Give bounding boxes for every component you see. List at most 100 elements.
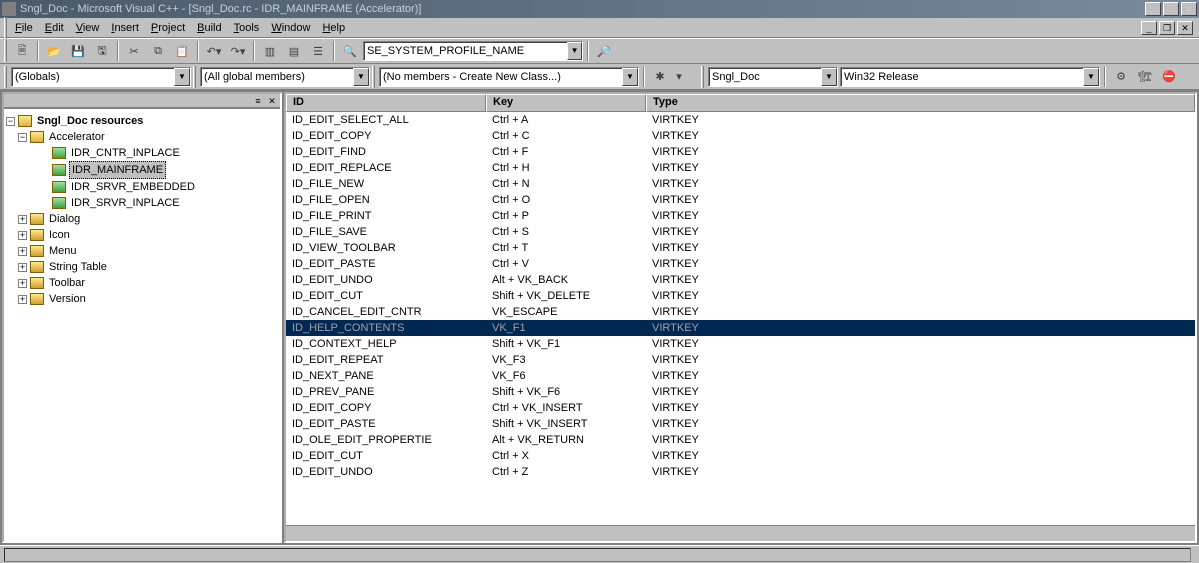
functions-combo[interactable]: (No members - Create New Class...) ▼: [379, 67, 639, 87]
tree-folder-accelerator[interactable]: − Accelerator: [18, 129, 278, 145]
dropdown-arrow-icon[interactable]: ▼: [353, 68, 369, 86]
expand-icon[interactable]: +: [18, 279, 27, 288]
expand-icon[interactable]: +: [18, 247, 27, 256]
find-in-files-button[interactable]: 🔍: [339, 40, 361, 62]
window-list-button[interactable]: ☰: [307, 40, 329, 62]
tree-item[interactable]: IDR_SRVR_EMBEDDED: [40, 179, 278, 195]
menu-edit[interactable]: Edit: [39, 20, 70, 36]
tree-root[interactable]: − Sngl_Doc resources: [6, 113, 278, 129]
paste-button[interactable]: 📋: [171, 40, 193, 62]
dropdown-arrow-icon[interactable]: ▼: [821, 68, 837, 86]
table-row[interactable]: ID_FILE_SAVECtrl + SVIRTKEY: [286, 224, 1195, 240]
expand-icon[interactable]: +: [18, 295, 27, 304]
table-row[interactable]: ID_EDIT_COPYCtrl + CVIRTKEY: [286, 128, 1195, 144]
table-row[interactable]: ID_EDIT_UNDOAlt + VK_BACKVIRTKEY: [286, 272, 1195, 288]
table-row[interactable]: ID_HELP_CONTENTSVK_F1VIRTKEY: [286, 320, 1195, 336]
dropdown-arrow-icon[interactable]: ▼: [622, 68, 638, 86]
save-all-button[interactable]: 🖫: [91, 40, 113, 62]
members-combo[interactable]: (All global members) ▼: [200, 67, 370, 87]
menu-window[interactable]: Window: [265, 20, 316, 36]
table-row[interactable]: ID_EDIT_COPYCtrl + VK_INSERTVIRTKEY: [286, 400, 1195, 416]
workspace-button[interactable]: ▥: [259, 40, 281, 62]
tree-item[interactable]: IDR_CNTR_INPLACE: [40, 145, 278, 161]
menu-project[interactable]: Project: [145, 20, 191, 36]
new-text-button[interactable]: 🗎: [11, 40, 33, 62]
pin-icon[interactable]: ≡: [252, 95, 264, 107]
wand-button[interactable]: ✱: [649, 66, 671, 88]
table-row[interactable]: ID_NEXT_PANEVK_F6VIRTKEY: [286, 368, 1195, 384]
tree-folder[interactable]: +String Table: [18, 259, 278, 275]
project-combo[interactable]: Sngl_Doc ▼: [708, 67, 838, 87]
menu-build[interactable]: Build: [191, 20, 227, 36]
table-row[interactable]: ID_EDIT_SELECT_ALLCtrl + AVIRTKEY: [286, 112, 1195, 128]
column-header-id[interactable]: ID: [286, 94, 486, 112]
dropdown-arrow-icon[interactable]: ▼: [567, 42, 582, 60]
table-row[interactable]: ID_EDIT_UNDOCtrl + ZVIRTKEY: [286, 464, 1195, 480]
table-row[interactable]: ID_PREV_PANEShift + VK_F6VIRTKEY: [286, 384, 1195, 400]
table-row[interactable]: ID_CONTEXT_HELPShift + VK_F1VIRTKEY: [286, 336, 1195, 352]
close-button[interactable]: ✕: [1181, 2, 1197, 16]
table-row[interactable]: ID_OLE_EDIT_PROPERTIEAlt + VK_RETURNVIRT…: [286, 432, 1195, 448]
table-row[interactable]: ID_EDIT_REPEATVK_F3VIRTKEY: [286, 352, 1195, 368]
minimize-button[interactable]: _: [1145, 2, 1161, 16]
table-row[interactable]: ID_EDIT_PASTECtrl + VVIRTKEY: [286, 256, 1195, 272]
mdi-restore-button[interactable]: ❐: [1159, 21, 1175, 35]
collapse-icon[interactable]: −: [6, 117, 15, 126]
table-row[interactable]: ID_EDIT_REPLACECtrl + HVIRTKEY: [286, 160, 1195, 176]
cell-id: ID_EDIT_PASTE: [286, 256, 486, 272]
dropdown-arrow-icon[interactable]: ▼: [174, 68, 190, 86]
menu-insert[interactable]: Insert: [105, 20, 145, 36]
wand-dropdown-button[interactable]: ▾: [673, 66, 685, 88]
tree-folder[interactable]: +Toolbar: [18, 275, 278, 291]
list-body[interactable]: ID_EDIT_SELECT_ALLCtrl + AVIRTKEYID_EDIT…: [286, 112, 1195, 525]
expand-icon[interactable]: +: [18, 231, 27, 240]
table-row[interactable]: ID_EDIT_CUTShift + VK_DELETEVIRTKEY: [286, 288, 1195, 304]
table-row[interactable]: ID_VIEW_TOOLBARCtrl + TVIRTKEY: [286, 240, 1195, 256]
dropdown-arrow-icon[interactable]: ▼: [1083, 68, 1099, 86]
find-input[interactable]: [367, 45, 565, 57]
expand-icon[interactable]: +: [18, 263, 27, 272]
tree-folder[interactable]: +Icon: [18, 227, 278, 243]
tree-folder[interactable]: +Dialog: [18, 211, 278, 227]
copy-button[interactable]: ⧉: [147, 40, 169, 62]
cut-button[interactable]: ✂: [123, 40, 145, 62]
save-button[interactable]: 💾: [67, 40, 89, 62]
compile-button[interactable]: ⚙: [1110, 66, 1132, 88]
table-row[interactable]: ID_FILE_OPENCtrl + OVIRTKEY: [286, 192, 1195, 208]
column-header-key[interactable]: Key: [486, 94, 646, 112]
tree-item[interactable]: IDR_SRVR_INPLACE: [40, 195, 278, 211]
expand-icon[interactable]: +: [18, 215, 27, 224]
table-row[interactable]: ID_FILE_PRINTCtrl + PVIRTKEY: [286, 208, 1195, 224]
table-row[interactable]: ID_CANCEL_EDIT_CNTRVK_ESCAPEVIRTKEY: [286, 304, 1195, 320]
stop-build-button[interactable]: ⛔: [1158, 66, 1180, 88]
menu-file[interactable]: File: [9, 20, 39, 36]
table-row[interactable]: ID_EDIT_FINDCtrl + FVIRTKEY: [286, 144, 1195, 160]
horizontal-scrollbar[interactable]: [286, 525, 1195, 541]
maximize-button[interactable]: ❐: [1163, 2, 1179, 16]
menu-view[interactable]: View: [70, 20, 106, 36]
open-button[interactable]: 📂: [43, 40, 65, 62]
menu-help[interactable]: Help: [316, 20, 351, 36]
search-button[interactable]: 🔎: [593, 40, 615, 62]
build-button[interactable]: 🏗: [1134, 66, 1156, 88]
panel-close-icon[interactable]: ✕: [266, 95, 278, 107]
tree-item[interactable]: IDR_MAINFRAME: [40, 161, 278, 179]
find-combo[interactable]: ▼: [363, 41, 583, 61]
grip-icon: [4, 17, 7, 39]
column-header-type[interactable]: Type: [646, 94, 1195, 112]
scope-combo[interactable]: (Globals) ▼: [11, 67, 191, 87]
tree-folder[interactable]: +Menu: [18, 243, 278, 259]
collapse-icon[interactable]: −: [18, 133, 27, 142]
table-row[interactable]: ID_EDIT_PASTEShift + VK_INSERTVIRTKEY: [286, 416, 1195, 432]
mdi-minimize-button[interactable]: _: [1141, 21, 1157, 35]
redo-button[interactable]: ↷▾: [227, 40, 249, 62]
output-button[interactable]: ▤: [283, 40, 305, 62]
resource-tree[interactable]: − Sngl_Doc resources − Accelerator IDR_C…: [4, 108, 280, 541]
mdi-close-button[interactable]: ✕: [1177, 21, 1193, 35]
menu-tools[interactable]: Tools: [228, 20, 266, 36]
config-combo[interactable]: Win32 Release ▼: [840, 67, 1100, 87]
table-row[interactable]: ID_EDIT_CUTCtrl + XVIRTKEY: [286, 448, 1195, 464]
table-row[interactable]: ID_FILE_NEWCtrl + NVIRTKEY: [286, 176, 1195, 192]
tree-folder[interactable]: +Version: [18, 291, 278, 307]
undo-button[interactable]: ↶▾: [203, 40, 225, 62]
